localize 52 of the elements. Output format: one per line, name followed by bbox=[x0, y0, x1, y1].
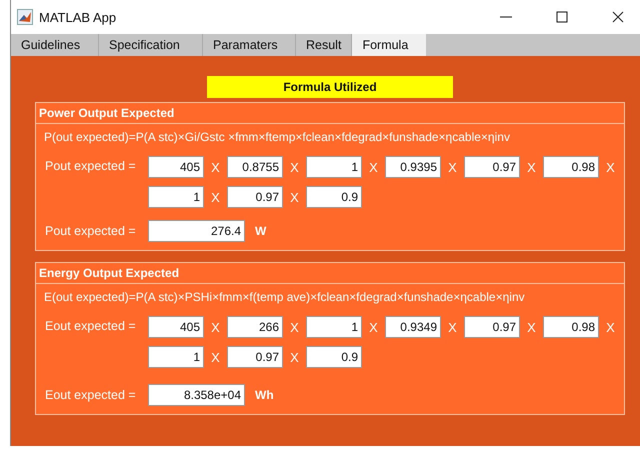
result-field[interactable]: 276.4 bbox=[148, 220, 245, 242]
field-label: Eout expected = bbox=[45, 319, 136, 333]
value-field[interactable]: 1 bbox=[148, 186, 204, 208]
value-field[interactable]: 266 bbox=[227, 316, 283, 338]
value-field[interactable]: 0.97 bbox=[464, 156, 520, 178]
value-field[interactable]: 0.9349 bbox=[385, 316, 441, 338]
multiply-sign: X bbox=[605, 160, 616, 174]
multiply-sign: X bbox=[526, 160, 537, 174]
panel-title: Energy Output Expected bbox=[36, 263, 624, 284]
unit-label: W bbox=[255, 224, 266, 238]
field-label: Pout expected = bbox=[45, 224, 136, 238]
tab[interactable]: Formula bbox=[352, 34, 426, 56]
app-icon bbox=[17, 9, 33, 25]
value-field[interactable]: 0.98 bbox=[543, 156, 599, 178]
multiply-sign: X bbox=[210, 190, 221, 204]
value-field[interactable]: 0.9 bbox=[306, 186, 362, 208]
value-field[interactable]: 0.97 bbox=[464, 316, 520, 338]
window-title: MATLAB App bbox=[39, 10, 116, 24]
value-field[interactable]: 0.97 bbox=[227, 346, 283, 368]
field-label: Pout expected = bbox=[45, 159, 136, 173]
close-icon[interactable] bbox=[612, 11, 624, 23]
multiply-sign: X bbox=[210, 160, 221, 174]
result-field[interactable]: 8.358e+04 bbox=[148, 384, 245, 406]
value-field[interactable]: 0.8755 bbox=[227, 156, 283, 178]
formula-banner: Formula Utilized bbox=[207, 76, 453, 98]
unit-label: Wh bbox=[255, 388, 274, 402]
value-field[interactable]: 1 bbox=[306, 316, 362, 338]
multiply-sign: X bbox=[289, 350, 300, 364]
value-field[interactable]: 0.97 bbox=[227, 186, 283, 208]
value-field[interactable]: 0.9 bbox=[306, 346, 362, 368]
multiply-sign: X bbox=[210, 350, 221, 364]
multiply-sign: X bbox=[447, 320, 458, 334]
panel-title: Power Output Expected bbox=[36, 103, 624, 124]
multiply-sign: X bbox=[289, 160, 300, 174]
multiply-sign: X bbox=[368, 160, 379, 174]
multiply-sign: X bbox=[526, 320, 537, 334]
formula-text: E(out expected)=P(A stc)×PSHi×fmm×f(temp ave)×fclean×fdegrad×funshade×ηcable×ηinv bbox=[43, 289, 526, 306]
multiply-sign: X bbox=[447, 160, 458, 174]
value-field[interactable]: 1 bbox=[148, 346, 204, 368]
value-field[interactable]: 0.9395 bbox=[385, 156, 441, 178]
multiply-sign: X bbox=[605, 320, 616, 334]
value-field[interactable]: 0.98 bbox=[543, 316, 599, 338]
multiply-sign: X bbox=[210, 320, 221, 334]
multiply-sign: X bbox=[289, 190, 300, 204]
value-field[interactable]: 405 bbox=[148, 316, 204, 338]
value-field[interactable]: 405 bbox=[148, 156, 204, 178]
field-label: Eout expected = bbox=[45, 388, 136, 402]
multiply-sign: X bbox=[289, 320, 300, 334]
formula-text: P(out expected)=P(A stc)×Gi/Gstc ×fmm×ftemp×fclean×fdegrad×funshade×ηcable×ηinv bbox=[43, 129, 511, 146]
multiply-sign: X bbox=[368, 320, 379, 334]
maximize-icon[interactable] bbox=[556, 11, 568, 23]
value-field[interactable]: 1 bbox=[306, 156, 362, 178]
